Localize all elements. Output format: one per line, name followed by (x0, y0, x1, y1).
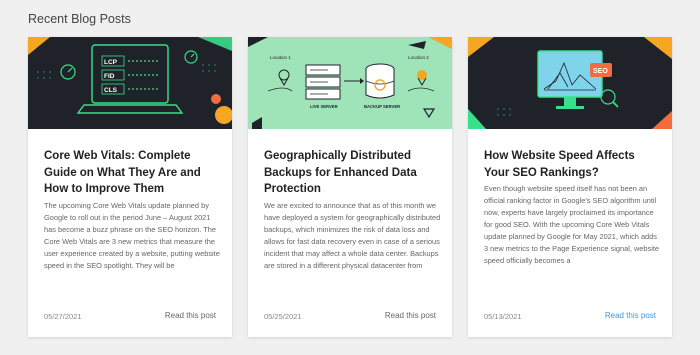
thumb-label-lcp: LCP (104, 59, 118, 66)
post-thumbnail[interactable]: LCP FID CLS (28, 37, 232, 129)
thumb-label-seo: SEO (593, 68, 608, 75)
post-excerpt: We are excited to announce that as of th… (264, 201, 441, 270)
thumb-label-backup-server: BACKUP SERVER (364, 104, 400, 109)
post-title[interactable]: Geographically Distributed Backups for E… (264, 148, 442, 198)
thumb-label-live-server: LIVE SERVER (310, 104, 338, 109)
thumb-label-cls: CLS (104, 87, 118, 94)
blog-card[interactable]: SEO How Website Speed Affects Your SEO R… (468, 37, 672, 337)
blog-card[interactable]: Location 1 Location 2 LIVE SERVER BACKUP… (248, 37, 452, 337)
post-excerpt: The upcoming Core Web Vitals update plan… (44, 201, 220, 270)
section-title: Recent Blog Posts (28, 12, 131, 26)
post-thumbnail[interactable]: SEO (468, 37, 672, 129)
post-date: 05/25/2021 (264, 312, 302, 321)
post-excerpt: Even though website speed itself has not… (484, 184, 660, 265)
read-post-link[interactable]: Read this post (165, 311, 216, 320)
post-date: 05/27/2021 (44, 312, 82, 321)
post-title[interactable]: How Website Speed Affects Your SEO Ranki… (484, 148, 662, 181)
post-thumbnail[interactable]: Location 1 Location 2 LIVE SERVER BACKUP… (248, 37, 452, 129)
thumb-label-location-2: Location 2 (408, 55, 429, 60)
read-post-link[interactable]: Read this post (605, 311, 656, 320)
thumb-label-fid: FID (104, 73, 115, 80)
thumb-label-location-1: Location 1 (270, 55, 291, 60)
read-post-link[interactable]: Read this post (385, 311, 436, 320)
blog-card[interactable]: LCP FID CLS Core Web Vitals: Complete Gu… (28, 37, 232, 337)
post-title[interactable]: Core Web Vitals: Complete Guide on What … (44, 148, 222, 198)
post-date: 05/13/2021 (484, 312, 522, 321)
